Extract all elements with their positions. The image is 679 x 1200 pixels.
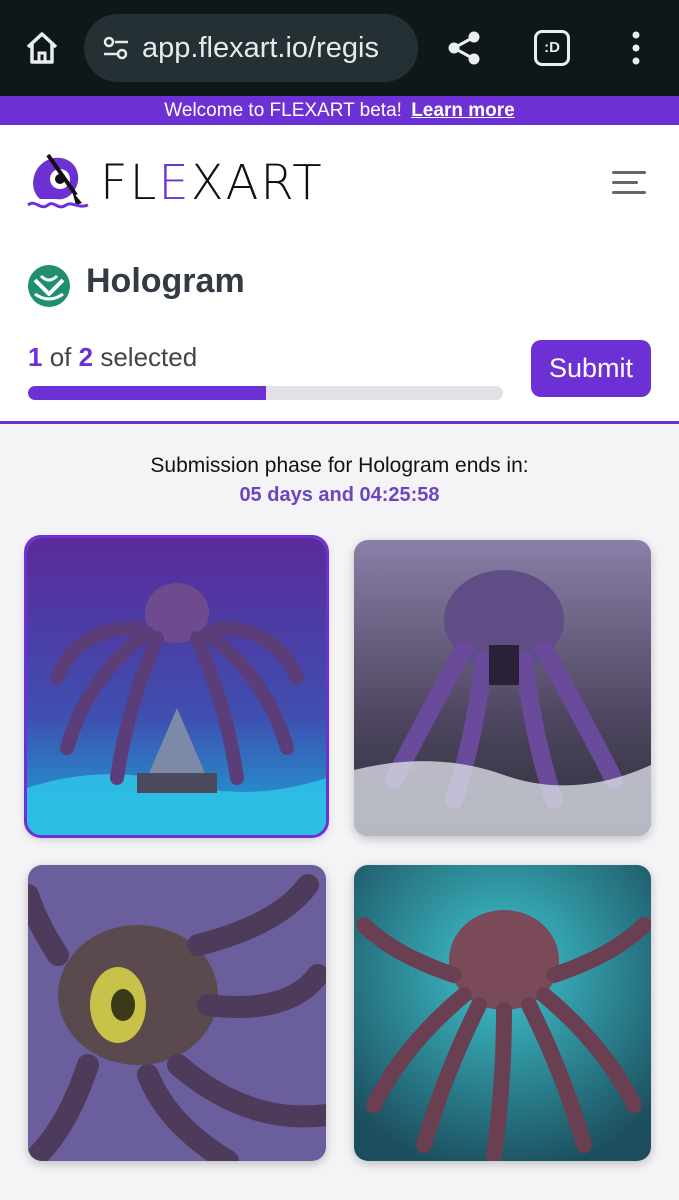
beta-banner: Welcome to FLEXART beta! Learn more [0,96,679,125]
total-count: 2 [78,342,94,372]
wordmark-e: E [158,155,191,211]
artwork-card-2[interactable] [354,540,651,836]
artwork-image-4 [354,865,651,1161]
contest-title: Hologram [86,262,245,300]
countdown-timer: 05 days and 04:25:58 [239,484,440,506]
submit-button[interactable]: Submit [531,340,651,397]
hologram-icon [28,265,70,307]
of-word: of [49,342,72,372]
artwork-card-1[interactable] [24,535,329,838]
browser-toolbar: app.flexart.io/regis :D [0,0,679,96]
url-text: app.flexart.io/regis [142,32,379,64]
artwork-card-4[interactable] [354,865,651,1161]
artwork-image-1 [27,538,326,835]
artwork-image-3 [28,865,326,1161]
share-icon[interactable] [444,28,484,68]
wordmark-fl: FL [100,155,159,211]
selected-word: selected [100,342,198,372]
contest-panel: Hologram 1 of 2 selected Submit [0,238,679,424]
selection-progress-bar [28,386,503,400]
banner-text: Welcome to FLEXART beta! [164,100,402,121]
artwork-card-3[interactable] [28,865,326,1161]
flexart-wordmark: FLEXART [100,159,324,207]
site-header: FLEXART [0,125,679,238]
phase-label: Submission phase for Hologram ends in: [150,454,529,477]
hamburger-menu-icon[interactable] [612,171,648,195]
flexart-logo-icon [27,153,89,209]
artwork-image-2 [354,540,651,836]
selected-count: 1 [28,342,43,372]
wordmark-xart: XART [190,155,324,211]
site-settings-icon[interactable] [102,34,130,62]
selection-progress-fill [28,386,266,400]
more-options-icon[interactable] [624,30,648,66]
selection-progress-text: 1 of 2 selected [28,342,197,373]
tab-switcher-button[interactable]: :D [534,30,570,66]
home-icon[interactable] [22,28,62,68]
address-bar[interactable]: app.flexart.io/regis [84,14,418,82]
learn-more-link[interactable]: Learn more [411,100,514,121]
